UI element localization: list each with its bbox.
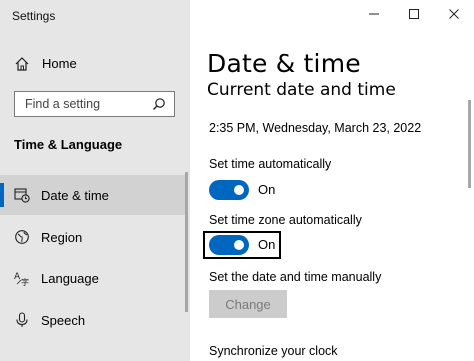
svg-text:字: 字 (21, 277, 29, 286)
settings-window: Settings Home Find a setting Time & Lang… (0, 0, 474, 361)
language-icon: A 字 (14, 270, 30, 287)
main-scrollbar[interactable] (468, 100, 471, 188)
toggle-knob (234, 240, 244, 250)
minimize-icon (369, 13, 379, 15)
page-title: Date & time (207, 49, 361, 78)
microphone-icon (14, 312, 30, 328)
sidebar-item-speech[interactable]: Speech (0, 300, 186, 340)
change-button[interactable]: Change (209, 290, 287, 318)
sidebar-item-label: Region (41, 230, 83, 245)
toggle-state-text: On (258, 237, 276, 252)
globe-icon (14, 229, 30, 245)
current-datetime: 2:35 PM, Wednesday, March 23, 2022 (209, 121, 422, 135)
sidebar-scrollbar[interactable] (185, 172, 188, 312)
close-icon (449, 9, 459, 19)
sidebar-item-language[interactable]: A 字 Language (0, 258, 186, 298)
app-title: Settings (12, 9, 56, 23)
sidebar-item-label: Speech (41, 313, 86, 328)
change-button-label: Change (225, 296, 271, 312)
minimize-button[interactable] (364, 6, 384, 22)
section-title: Current date and time (207, 80, 396, 100)
sidebar: Settings Home Find a setting Time & Lang… (0, 0, 190, 361)
search-icon[interactable] (152, 97, 166, 111)
manual-datetime-label: Set the date and time manually (209, 270, 382, 284)
sidebar-item-label: Language (41, 271, 99, 286)
sidebar-item-home[interactable]: Home (0, 44, 190, 82)
search-input[interactable]: Find a setting (14, 91, 175, 117)
sidebar-item-label: Date & time (41, 188, 109, 203)
date-time-icon (14, 187, 30, 203)
search-placeholder: Find a setting (25, 97, 101, 111)
sidebar-item-date-time[interactable]: Date & time (0, 175, 186, 215)
set-timezone-auto-label: Set time zone automatically (209, 213, 362, 227)
set-time-auto-label: Set time automatically (209, 157, 332, 171)
close-button[interactable] (444, 6, 464, 22)
home-icon (14, 56, 30, 72)
maximize-icon (409, 9, 419, 19)
maximize-button[interactable] (404, 6, 424, 22)
sync-clock-heading: Synchronize your clock (209, 344, 338, 358)
toggle-knob (234, 185, 244, 195)
sidebar-item-label: Home (42, 56, 77, 71)
toggle-state-text: On (258, 182, 276, 197)
set-timezone-auto-toggle[interactable] (209, 235, 249, 255)
sidebar-item-region[interactable]: Region (0, 217, 186, 257)
section-heading: Time & Language (14, 137, 123, 152)
set-time-auto-toggle[interactable] (209, 180, 249, 200)
